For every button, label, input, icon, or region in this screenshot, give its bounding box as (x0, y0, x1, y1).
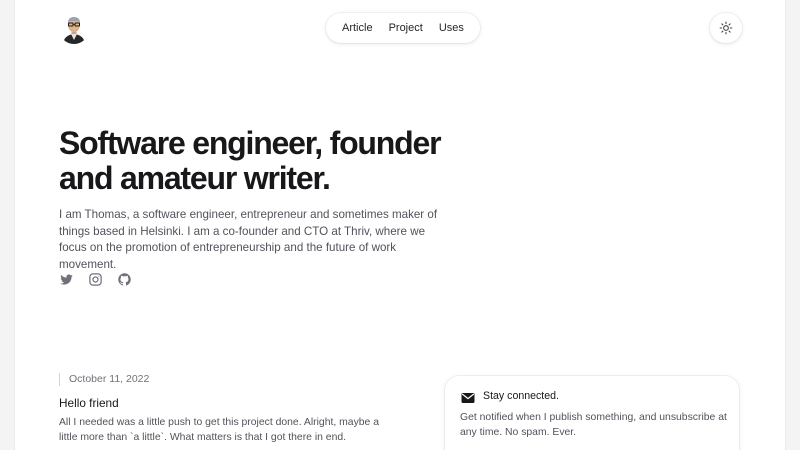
mail-icon (461, 391, 475, 403)
sun-icon (719, 21, 733, 35)
article-date: October 11, 2022 (59, 373, 149, 386)
article-title[interactable]: Hello friend (59, 396, 119, 410)
nav-item-article[interactable]: Article (342, 22, 373, 34)
twitter-icon[interactable] (59, 272, 74, 287)
article-excerpt: All I needed was a little push to get th… (59, 417, 379, 443)
instagram-icon[interactable] (88, 272, 103, 287)
main-nav: Article Project Uses (326, 13, 480, 43)
newsletter-title: Stay connected. (483, 390, 559, 402)
page-title: Software engineer, founder and amateur w… (59, 125, 442, 196)
nav-item-uses[interactable]: Uses (439, 22, 464, 34)
newsletter-card: Stay connected. Get notified when I publ… (445, 376, 739, 450)
social-links (59, 272, 132, 287)
theme-toggle-button[interactable] (710, 13, 742, 43)
newsletter-description: Get notified when I publish something, a… (460, 412, 727, 438)
nav-item-project[interactable]: Project (389, 22, 423, 34)
intro-paragraph: I am Thomas, a software engineer, entrep… (59, 208, 438, 271)
github-icon[interactable] (117, 272, 132, 287)
page-container: Article Project Uses Software engineer, … (15, 0, 785, 450)
avatar[interactable] (59, 14, 89, 44)
